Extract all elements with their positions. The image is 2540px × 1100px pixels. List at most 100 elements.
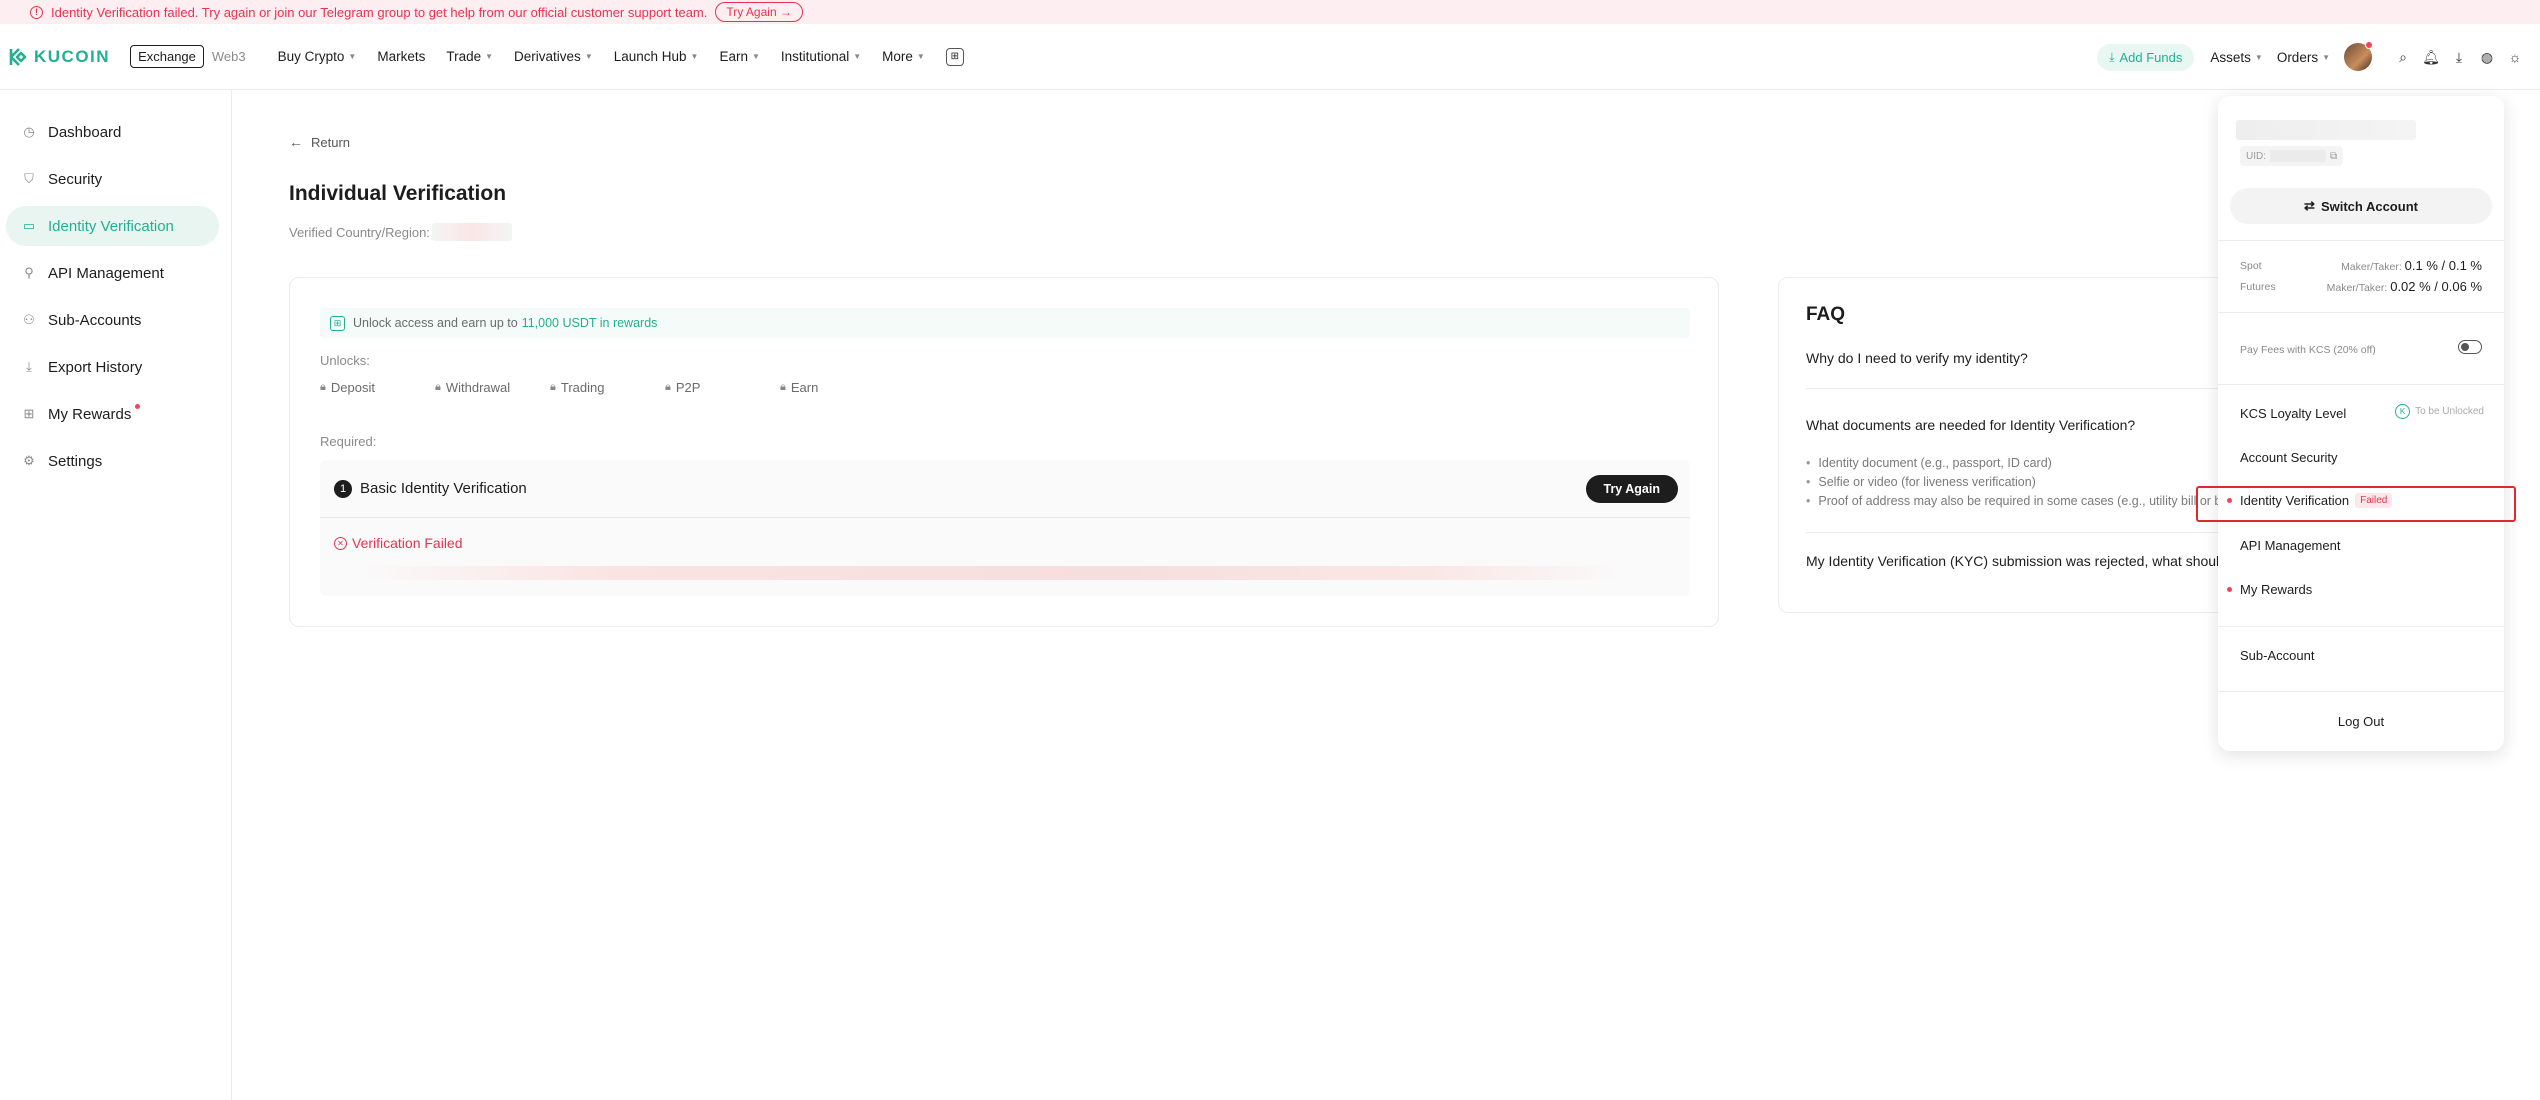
search-icon[interactable]: ⌕ <box>2390 46 2416 68</box>
copy-icon[interactable]: ⧉ <box>2330 151 2337 162</box>
sidebar-item-sub-accounts[interactable]: ⚇ Sub-Accounts <box>6 300 219 340</box>
web3-tab[interactable]: Web3 <box>204 46 254 67</box>
clock-icon: ◷ <box>23 124 35 139</box>
spot-label: Spot <box>2240 260 2262 272</box>
futures-fee: Maker/Taker: 0.02 % / 0.06 % <box>2327 279 2482 294</box>
return-link[interactable]: ← Return <box>289 134 350 150</box>
menu-account-security[interactable]: Account Security <box>2240 450 2338 465</box>
sidebar-item-label: Dashboard <box>48 123 122 141</box>
nav-label: Orders <box>2276 49 2319 65</box>
exchange-web3-switch: Exchange Web3 <box>130 45 254 68</box>
unlock-item: 🔒︎ P2P <box>665 380 780 395</box>
alert-message: Identity Verification failed. Try again … <box>51 4 708 20</box>
sidebar-item-settings[interactable]: ⚙ Settings <box>6 441 219 481</box>
nav-institutional[interactable]: Institutional ▼ <box>781 49 861 64</box>
unlock-item: 🔒︎ Deposit <box>320 380 435 395</box>
download-app-icon[interactable]: ⤓ <box>2446 46 2472 68</box>
unlock-label: Withdrawal <box>445 380 511 395</box>
maker-taker-label: Maker/Taker: <box>2341 261 2402 273</box>
unlock-item: 🔒︎ Earn <box>780 380 895 395</box>
faq-answer-list: Identity document (e.g., passport, ID ca… <box>1806 454 2221 511</box>
nav-more[interactable]: More ▼ <box>882 49 925 64</box>
nav-label: More <box>882 49 913 64</box>
futures-fee-value: 0.02 % / 0.06 % <box>2390 279 2482 294</box>
sidebar-item-label: Identity Verification <box>48 217 174 235</box>
id-card-icon: ▭ <box>22 218 36 233</box>
return-label: Return <box>311 134 351 150</box>
chevron-down-icon: ▼ <box>2254 52 2263 62</box>
unlocks-list: 🔒︎ Deposit 🔒︎ Withdrawal 🔒︎ Trading 🔒︎ P2P 🔒… <box>320 380 895 395</box>
spot-fee: Maker/Taker: 0.1 % / 0.1 % <box>2341 258 2482 273</box>
sidebar-item-label: Settings <box>48 452 103 470</box>
bell-icon[interactable]: 🔔︎ <box>2418 46 2444 68</box>
nav-assets[interactable]: Assets ▼ <box>2210 50 2262 65</box>
nav-right: ⤓ Add Funds Assets ▼ Orders ▼ ⌕ 🔔︎ ⤓ ◍ ☼ <box>2097 24 2528 90</box>
sidebar-item-dashboard[interactable]: ◷ Dashboard <box>6 112 219 152</box>
sidebar-item-identity-verification[interactable]: ▭ Identity Verification <box>6 206 219 246</box>
sidebar-item-my-rewards[interactable]: ⊞ My Rewards <box>6 394 219 434</box>
nav-label: Trade <box>446 49 482 64</box>
sidebar: ◷ Dashboard ⛉ Security ▭ Identity Verificat… <box>0 90 232 1100</box>
sidebar-item-export-history[interactable]: ⤓ Export History <box>6 347 219 387</box>
nav-earn[interactable]: Earn ▼ <box>719 49 759 64</box>
unlock-label: Earn <box>790 380 819 395</box>
api-icon: ⚲ <box>24 265 34 280</box>
alert-try-again-button[interactable]: Try Again → <box>715 2 803 22</box>
faq-question-1[interactable]: Why do I need to verify my identity? <box>1806 350 2028 366</box>
exchange-tab[interactable]: Exchange <box>130 45 204 68</box>
unlock-label: Deposit <box>330 380 375 395</box>
gear-icon: ⚙ <box>23 453 35 468</box>
users-icon: ⚇ <box>23 312 35 327</box>
alert-dot <box>2227 498 2232 503</box>
unlock-item: 🔒︎ Trading <box>550 380 665 395</box>
menu-label: Account Security <box>2240 450 2338 465</box>
menu-identity-verification[interactable]: Identity Verification Failed <box>2227 493 2393 508</box>
nav-derivatives[interactable]: Derivatives ▼ <box>514 49 593 64</box>
kcs-loyalty-level[interactable]: KCS Loyalty Level <box>2240 406 2346 421</box>
step-number: 1 <box>334 479 352 498</box>
failed-label: Verification Failed <box>352 535 463 551</box>
faq-answer-item: Proof of address may also be required in… <box>1806 492 2221 511</box>
gift-icon[interactable]: ⊞ <box>945 47 964 66</box>
menu-api-management[interactable]: API Management <box>2240 538 2340 553</box>
divider <box>2218 240 2504 241</box>
nav-label: Earn <box>719 49 748 64</box>
chevron-down-icon: ▼ <box>690 52 699 61</box>
sidebar-item-api-management[interactable]: ⚲ API Management <box>6 253 219 293</box>
nav-markets[interactable]: Markets <box>377 49 425 64</box>
shield-icon: ⛉ <box>24 171 34 186</box>
faq-question-2[interactable]: What documents are needed for Identity V… <box>1806 417 2135 433</box>
add-funds-button[interactable]: ⤓ Add Funds <box>2097 43 2195 71</box>
download-icon: ⤓ <box>2109 49 2115 64</box>
nav-orders[interactable]: Orders ▼ <box>2277 50 2330 65</box>
sidebar-item-label: Export History <box>48 358 143 376</box>
avatar[interactable] <box>2344 41 2373 71</box>
logout-button[interactable]: Log Out <box>2218 714 2504 729</box>
sidebar-item-security[interactable]: ⛉ Security <box>6 159 219 199</box>
promo-amount[interactable]: 11,000 USDT in rewards <box>522 316 658 330</box>
theme-icon[interactable]: ☼ <box>2502 46 2528 68</box>
loyalty-status-label: To be Unlocked <box>2415 406 2484 417</box>
switch-account-button[interactable]: ⇄ Switch Account <box>2230 188 2492 224</box>
faq-answer-item: Identity document (e.g., passport, ID ca… <box>1806 454 2221 473</box>
divider <box>1806 388 2238 389</box>
lock-icon: 🔒︎ <box>665 381 671 393</box>
pay-fees-kcs-toggle[interactable] <box>2458 340 2482 354</box>
menu-label: Identity Verification <box>2240 493 2350 508</box>
unlock-item: 🔒︎ Withdrawal <box>435 380 550 395</box>
nav-label: Derivatives <box>514 49 581 64</box>
nav-buy-crypto[interactable]: Buy Crypto ▼ <box>278 49 357 64</box>
kucoin-logo[interactable]: KUCOIN <box>8 47 110 67</box>
sidebar-item-label: Security <box>48 170 103 188</box>
notification-dot <box>2365 41 2373 49</box>
menu-sub-account[interactable]: Sub-Account <box>2240 648 2314 663</box>
faq-question-3[interactable]: My Identity Verification (KYC) submissio… <box>1806 553 2227 569</box>
logo-text: KUCOIN <box>34 46 111 66</box>
nav-trade[interactable]: Trade ▼ <box>446 49 493 64</box>
menu-my-rewards[interactable]: My Rewards <box>2227 582 2312 597</box>
globe-icon[interactable]: ◍ <box>2474 46 2500 68</box>
nav-launch-hub[interactable]: Launch Hub ▼ <box>614 49 699 64</box>
sidebar-item-label: Sub-Accounts <box>48 311 142 329</box>
try-again-button[interactable]: Try Again <box>1585 475 1678 503</box>
step-header: 1 Basic Identity Verification Try Again <box>320 460 1690 518</box>
